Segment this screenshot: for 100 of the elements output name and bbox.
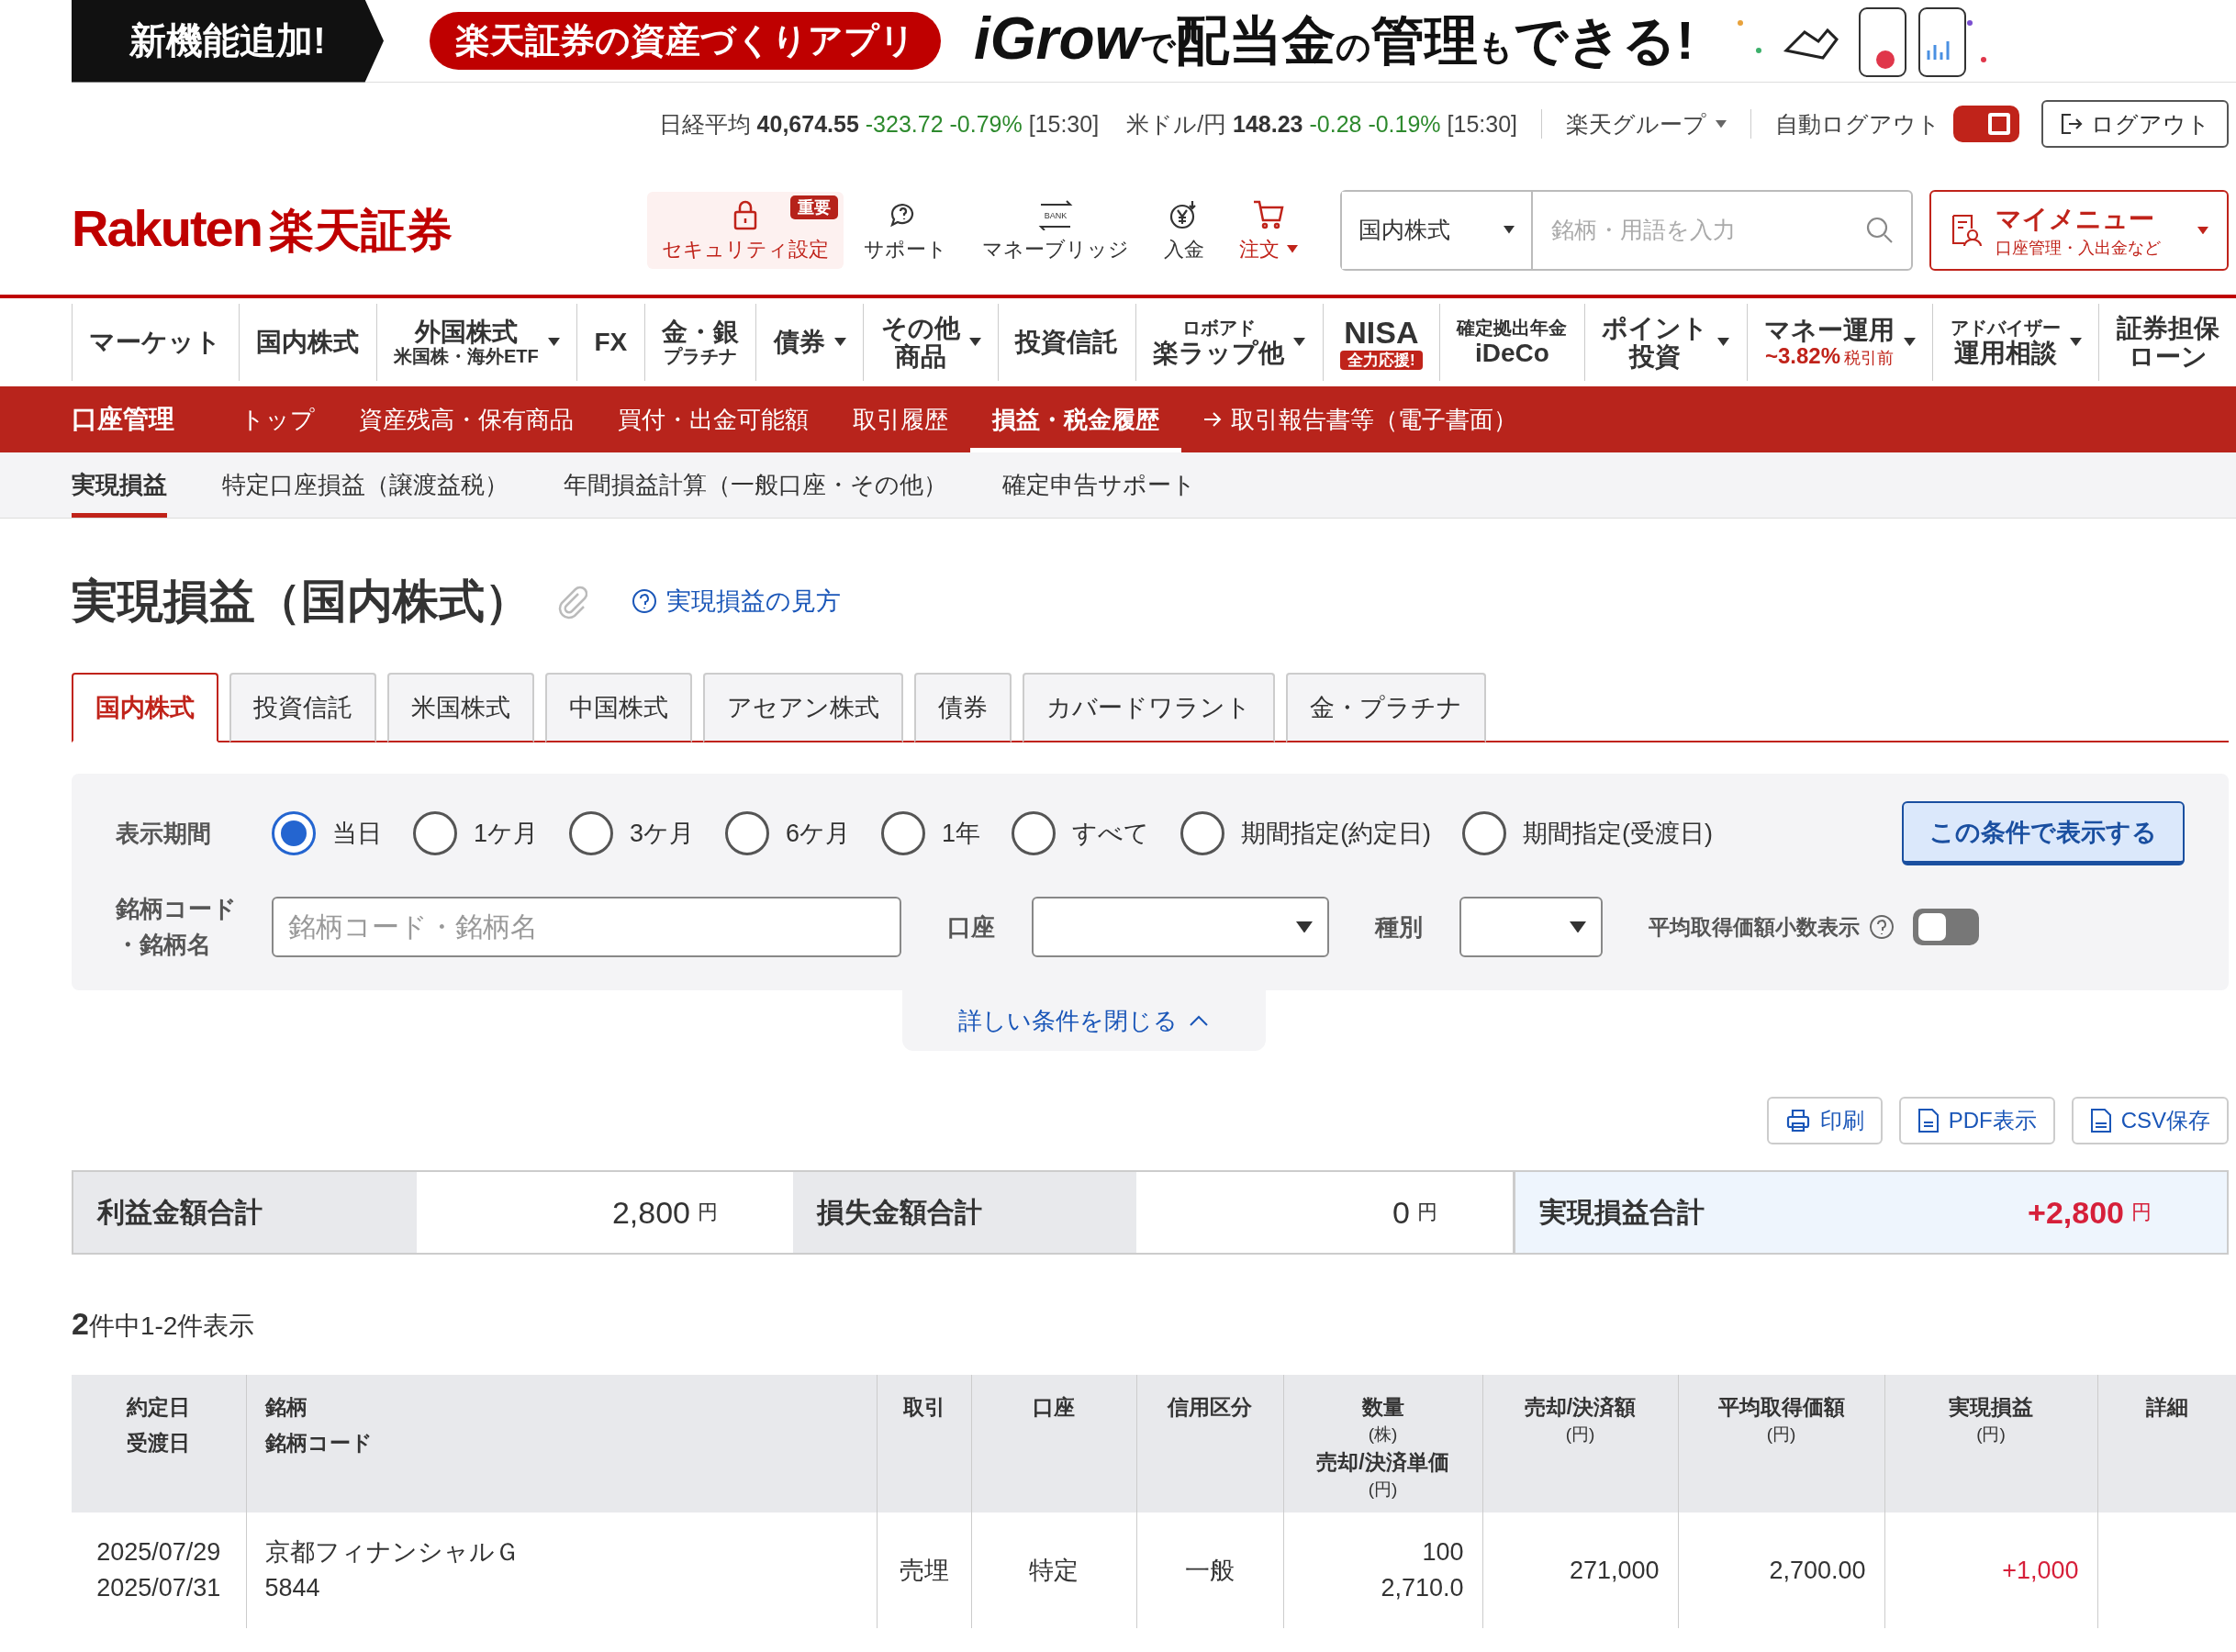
column-header: 取引 (877, 1375, 971, 1512)
radio-button[interactable] (1462, 811, 1507, 855)
caret-icon (1570, 921, 1586, 933)
field-label: 種別 (1375, 911, 1423, 943)
market-tab[interactable]: アセアン株式 (703, 673, 903, 742)
sub-tab[interactable]: 特定口座損益（譲渡益税） (222, 452, 509, 518)
nav-item[interactable]: FX (576, 304, 644, 381)
market-ticker: 米ドル/円 148.23 -0.28 -0.19% [15:30] (1126, 109, 1517, 139)
nav-label: 楽ラップ他 (1153, 338, 1285, 367)
radio-button[interactable] (725, 811, 770, 855)
radio-button[interactable] (272, 811, 316, 855)
section-tab[interactable]: 資産残高・保有商品 (337, 386, 596, 452)
rate-text: ~3.82% (1764, 343, 1841, 369)
help-icon[interactable] (1869, 914, 1895, 940)
nav-item[interactable]: マーケット (72, 304, 239, 381)
result-count: 2件中1-2件表示 (72, 1306, 256, 1343)
market-ticker: 日経平均 40,674.55 -323.72 -0.79% [15:30] (658, 109, 1100, 139)
field-label: 口座 (947, 911, 995, 943)
nav-sublabel: 確定拠出年金 (1457, 318, 1568, 339)
sub-tab[interactable]: 実現損益 (72, 452, 167, 518)
header-tool[interactable]: 重要 セキュリティ設定 (647, 191, 844, 269)
market-tab[interactable]: 米国株式 (387, 673, 534, 742)
period-radio[interactable]: 当日 (272, 811, 382, 855)
nav-label: 商品 (894, 342, 946, 372)
help-icon (632, 588, 657, 614)
my-menu-button[interactable]: マイメニュー 口座管理・入出金など (1929, 189, 2229, 271)
column-header: 数量 (株) 売却/決済単価 (円) (1283, 1375, 1482, 1512)
market-tab[interactable]: 投資信託 (229, 673, 376, 742)
radio-button[interactable] (413, 811, 457, 855)
caret-icon (1504, 226, 1515, 234)
market-tab[interactable]: 中国株式 (545, 673, 692, 742)
header-tool[interactable]: BANK マネーブリッジ (967, 191, 1144, 269)
header-tool[interactable]: 入金 (1149, 191, 1219, 269)
period-radio[interactable]: 期間指定(約定日) (1180, 811, 1432, 855)
auto-logout-toggle[interactable] (1953, 106, 2019, 142)
nav-sublabel: ロボアド (1181, 318, 1256, 339)
nav-item[interactable]: 投資信託 (998, 304, 1135, 381)
market-tab[interactable]: 国内株式 (72, 673, 218, 742)
nav-item[interactable]: 金・銀 プラチナ (643, 304, 756, 381)
type-select[interactable] (1459, 897, 1603, 957)
nav-item[interactable]: NISA 全力応援! (1322, 304, 1440, 381)
category-select[interactable]: 国内株式 (1342, 191, 1533, 269)
market-tab[interactable]: 債券 (914, 673, 1012, 742)
promo-badge: 全力応援! (1340, 350, 1423, 370)
header-tool[interactable]: サポート (849, 191, 962, 269)
nav-sublabel: 米国株・海外ETF (393, 346, 539, 367)
market-tab[interactable]: カバードワラント (1023, 673, 1275, 742)
account-select[interactable] (1032, 897, 1329, 957)
radio-button[interactable] (881, 811, 926, 855)
table-cell: 京都フィナンシャルＧ 5844 (246, 1512, 877, 1629)
nav-item[interactable]: 債券 (755, 304, 864, 381)
nav-item[interactable]: 確定拠出年金 iDeCo (1439, 304, 1584, 381)
nav-item[interactable]: マネー運用 ~3.82% 税引前 (1746, 304, 1933, 381)
section-tab[interactable]: トップ (218, 386, 337, 452)
nav-item[interactable]: 国内株式 (238, 304, 376, 381)
summary-label: 実現損益合計 (1513, 1172, 1856, 1253)
code-input-field[interactable]: 銘柄コード・銘柄名 (272, 897, 901, 957)
export-button[interactable]: 印刷 (1766, 1097, 1883, 1144)
logo[interactable]: Rakuten楽天証券 (72, 198, 647, 262)
search-icon[interactable] (1865, 215, 1895, 245)
header-tool[interactable]: 注文 (1224, 191, 1313, 269)
nav-item[interactable]: ポイント 投資 (1583, 304, 1747, 381)
logout-button[interactable]: ログアウト (2041, 100, 2229, 148)
collapse-button[interactable]: 詳しい条件を閉じる (901, 990, 1266, 1051)
period-radio[interactable]: 6ケ月 (725, 811, 851, 855)
nav-item[interactable]: ロボアド 楽ラップ他 (1135, 304, 1323, 381)
decimal-toggle[interactable] (1913, 909, 1979, 945)
nav-label: その他 (880, 313, 960, 342)
radio-button[interactable] (569, 811, 614, 855)
column-header: 平均取得価額 (円) (1678, 1375, 1884, 1512)
section-tab[interactable]: 買付・出金可能額 (596, 386, 831, 452)
submit-button[interactable]: この条件で表示する (1902, 801, 2185, 865)
period-radio[interactable]: 3ケ月 (569, 811, 695, 855)
export-button[interactable]: PDF表示 (1898, 1097, 2055, 1144)
sub-tab[interactable]: 年間損益計算（一般口座・その他） (564, 452, 947, 518)
group-menu[interactable]: 楽天グループ (1566, 108, 1727, 140)
nav-item[interactable]: 外国株式 米国株・海外ETF (375, 304, 577, 381)
radio-button[interactable] (1012, 811, 1057, 855)
nav-item[interactable]: アドバイザー 運用相談 (1932, 304, 2099, 381)
period-radio[interactable]: すべて (1012, 811, 1150, 855)
table-cell: 売埋 (877, 1512, 971, 1629)
sub-tab[interactable]: 確定申告サポート (1002, 452, 1196, 518)
promo-banner[interactable]: 新機能追加! 楽天証券の資産づくりアプリ iGrowで配当金の管理もできる! (72, 0, 2236, 83)
lock-icon (732, 198, 759, 230)
radio-button[interactable] (1180, 811, 1225, 855)
column-header: 詳細 (2097, 1375, 2236, 1512)
table-cell: +1,000 (1884, 1512, 2097, 1629)
nav-item[interactable]: その他 商品 (863, 304, 999, 381)
section-tab[interactable]: 取引報告書等（電子書面） (1181, 386, 1539, 452)
help-link[interactable]: 実現損益の見方 (632, 585, 841, 618)
period-radio[interactable]: 1年 (881, 811, 981, 855)
period-radio[interactable]: 1ケ月 (413, 811, 539, 855)
chevron-up-icon (1189, 1014, 1209, 1027)
section-tab[interactable]: 取引履歴 (831, 386, 970, 452)
market-tab[interactable]: 金・プラチナ (1286, 673, 1486, 742)
nav-item[interactable]: 証券担保 ローン (2098, 304, 2236, 381)
period-radio[interactable]: 期間指定(受渡日) (1462, 811, 1714, 855)
cart-icon (1252, 198, 1285, 230)
export-button[interactable]: CSV保存 (2071, 1097, 2229, 1144)
summary-value: +2,800 円 (1856, 1172, 2227, 1253)
